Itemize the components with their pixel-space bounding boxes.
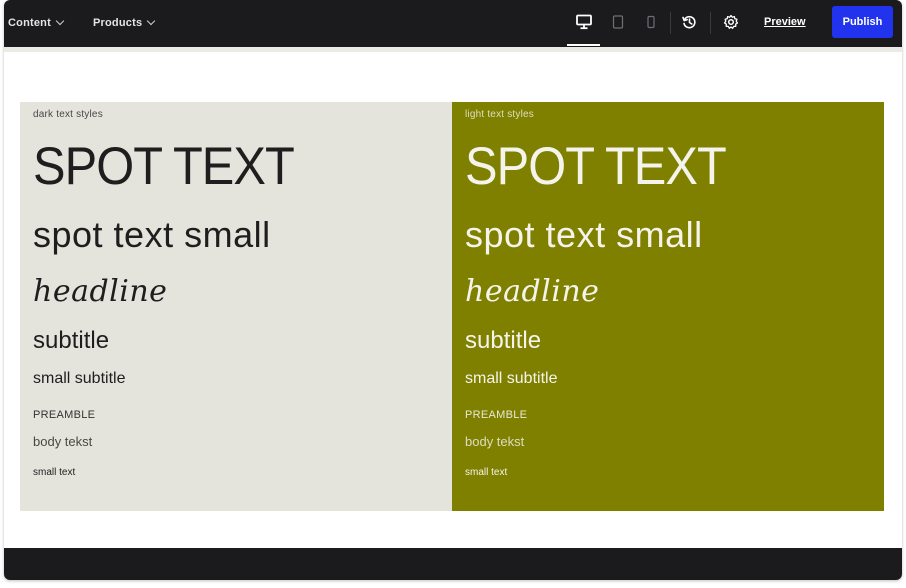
products-menu[interactable]: Products <box>93 0 156 46</box>
chevron-down-icon <box>55 16 65 26</box>
preamble-text: PREAMBLE <box>465 409 528 421</box>
panel-caption: light text styles <box>465 109 534 120</box>
desktop-icon <box>576 14 592 30</box>
toolbar-divider <box>670 12 671 34</box>
tablet-icon <box>612 15 624 29</box>
subtitle-text: subtitle <box>465 327 542 354</box>
gear-icon <box>723 14 739 29</box>
history-button[interactable] <box>678 11 700 33</box>
publish-button[interactable]: Publish <box>832 6 893 38</box>
content-menu[interactable]: Content <box>8 0 65 46</box>
settings-button[interactable] <box>720 11 742 33</box>
spot-text-small: spot text small <box>33 214 271 255</box>
preview-link[interactable]: Preview <box>764 16 806 28</box>
small-subtitle-text: small subtitle <box>33 370 126 387</box>
headline-text: headline <box>33 274 168 309</box>
spot-text: SPOT TEXT <box>465 137 727 196</box>
body-text: body tekst <box>33 434 93 449</box>
small-subtitle-text: small subtitle <box>465 370 558 387</box>
subtitle-text: subtitle <box>33 327 110 354</box>
desktop-view-button[interactable] <box>573 11 595 33</box>
dark-text-styles-panel[interactable]: dark text styles SPOT TEXT spot text sma… <box>20 102 452 511</box>
panel-caption: dark text styles <box>33 109 103 120</box>
small-text: small text <box>33 467 76 478</box>
tablet-view-button[interactable] <box>607 11 629 33</box>
history-icon <box>682 15 696 29</box>
content-menu-label: Content <box>8 17 51 29</box>
chevron-down-icon <box>147 16 156 26</box>
bottom-bar <box>4 548 902 580</box>
preamble-text: PREAMBLE <box>33 409 96 421</box>
mobile-view-button[interactable] <box>640 11 662 33</box>
small-text: small text <box>465 467 508 478</box>
spot-text-small: spot text small <box>465 214 703 255</box>
light-text-styles-panel[interactable]: light text styles SPOT TEXT spot text sm… <box>452 102 884 511</box>
spot-text: SPOT TEXT <box>33 137 295 196</box>
body-text: body tekst <box>465 434 525 449</box>
headline-text: headline <box>465 274 600 309</box>
products-menu-label: Products <box>93 17 143 29</box>
toolbar-divider <box>710 12 711 34</box>
mobile-icon <box>647 15 655 29</box>
active-device-indicator <box>567 44 600 46</box>
top-toolbar: Content Products Preview Publish <box>4 0 902 47</box>
